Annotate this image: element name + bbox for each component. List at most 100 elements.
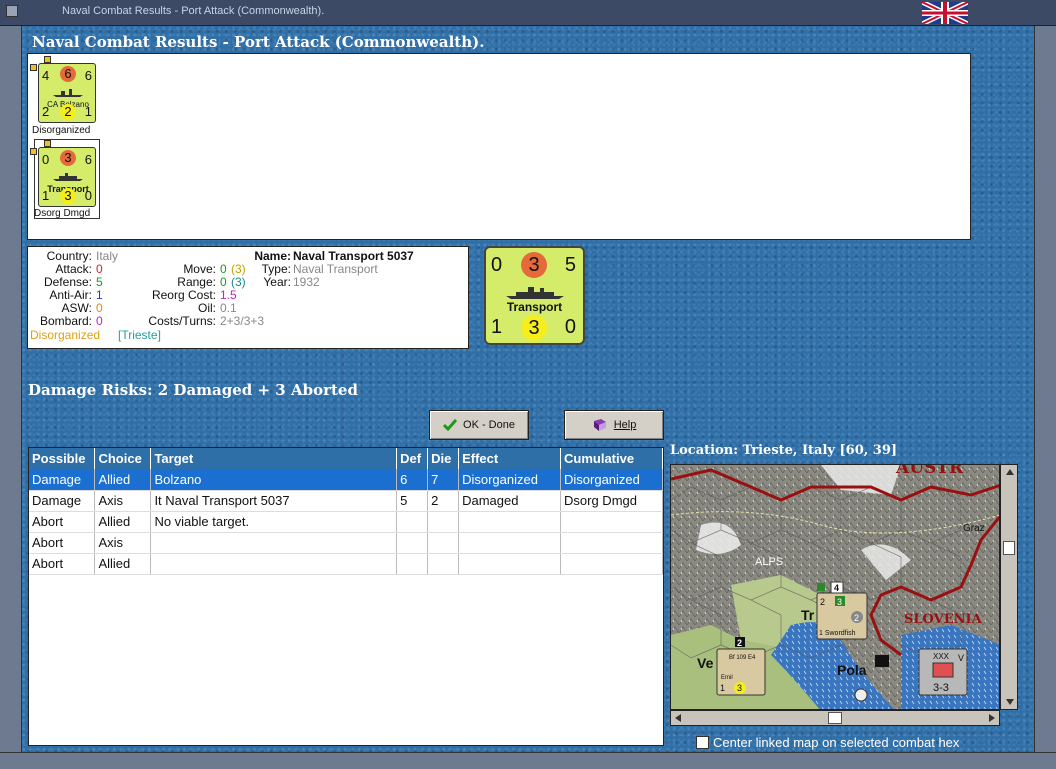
cell-choice: Axis [94,490,152,512]
window-menu-icon[interactable] [6,5,18,17]
center-map-checkbox[interactable] [696,736,709,749]
type-label: Type: [261,262,291,276]
counter-asw: 0 [84,188,92,203]
map-label-trieste: Tr [801,607,815,623]
cell-choice: Allied [94,511,152,533]
costs-value: 2+3/3+3 [220,314,265,328]
counter-asw: 0 [564,316,576,338]
column-header[interactable]: Die [427,448,460,469]
move-extra: (3) [231,262,246,276]
map-unit-corps[interactable]: XXX V 3-3 [918,648,968,696]
year-value: 1932 [293,275,320,289]
cell-cumulative: Dsorg Dmgd [560,490,663,512]
cell-def: 6 [396,469,429,491]
bombard-label: Bombard: [39,314,92,328]
stack-count: 2 [737,638,742,648]
center-map-checkbox-label[interactable]: Center linked map on selected combat hex [713,735,959,750]
scroll-left-icon[interactable] [675,714,681,722]
cell-possible: Damage [29,469,96,491]
title-bar[interactable]: Naval Combat Results - Port Attack (Comm… [0,0,1056,26]
range-extra: (3) [231,275,246,289]
cell-def [396,553,429,575]
unit-name: 1 Swordfish [819,630,856,637]
table-row[interactable]: Abort Allied No viable target. [29,511,663,533]
cell-def: 5 [396,490,429,512]
transport-ship-icon [506,287,564,299]
table-row[interactable]: Abort Allied [29,553,663,575]
country-label: Country: [46,249,92,263]
counter-move: 5 [564,254,576,276]
cell-target: Bolzano [150,469,398,491]
column-header[interactable]: Effect [458,448,562,469]
defense-label: Defense: [43,275,92,289]
map-vertical-scrollbar[interactable] [1000,464,1018,710]
unit-value: 3 [737,683,742,693]
map-label-graz: Graz [963,523,985,534]
name-value: Naval Transport 5037 [293,249,414,263]
unit-marker-icon [30,64,37,71]
map-terrain: AUSTR Graz ALPS SLOVENIA Pola Tr Ve 4 2 … [671,465,999,709]
cell-choice: Axis [94,532,152,554]
location-text: Location: Trieste, Italy [60, 39] [670,443,898,458]
column-header[interactable]: Target [150,448,398,469]
asw-label: ASW: [61,301,92,315]
cell-target: No viable target. [150,511,398,533]
cell-die [427,511,460,533]
ok-done-button[interactable]: OK - Done [429,410,529,440]
damage-risks-text: Damage Risks: 2 Damaged + 3 Aborted [28,381,358,399]
counter-attack: 0 [491,254,503,276]
column-header[interactable]: Def [396,448,429,469]
help-label: Help [613,419,637,431]
cell-possible: Abort [29,553,96,575]
counter-range: 3 [521,315,547,341]
unit-counter-bolzano[interactable]: 4 6 6 CA Bolzano 2 2 1 [38,63,96,123]
counter-range: 3 [60,188,76,204]
counter-antiair: 1 [491,316,503,338]
cell-possible: Damage [29,490,96,512]
window-title: Naval Combat Results - Port Attack (Comm… [62,5,325,17]
costs-label: Costs/Turns: [148,314,216,328]
unit-subname: Emil [721,675,733,681]
horizontal-scroll-thumb[interactable] [828,712,842,724]
map-label-austria: AUSTR [895,465,964,478]
year-label: Year: [263,275,291,289]
reorg-value: 1.5 [220,288,237,302]
help-button[interactable]: Help [564,410,664,440]
vertical-scroll-thumb[interactable] [1003,541,1015,555]
unit-marker-icon [30,148,37,155]
column-header[interactable]: Cumulative [560,448,663,469]
bombard-value: 0 [96,314,103,328]
cell-cumulative: Disorganized [560,469,663,491]
cell-target [150,532,398,554]
ok-done-label: OK - Done [463,419,515,431]
cell-choice: Allied [94,469,152,491]
unit-status: Disorganized [32,125,91,136]
scroll-up-icon[interactable] [1006,469,1014,475]
combat-units-panel: 4 6 6 CA Bolzano 2 2 1 Disorganized 0 3 … [27,53,971,240]
dialog-content: Naval Combat Results - Port Attack (Comm… [22,26,1034,752]
cell-cumulative [560,532,663,554]
counter-defense: 6 [60,66,76,82]
unit-counter-transport[interactable]: 0 3 6 Transport 1 3 0 [38,147,96,207]
unit-size: XXX [933,652,950,661]
linked-map[interactable]: AUSTR Graz ALPS SLOVENIA Pola Tr Ve 4 2 … [670,464,1000,710]
counter-move: 6 [84,68,92,83]
table-row[interactable]: Damage Allied Bolzano 6 7 Disorganized D… [29,469,663,491]
cell-choice: Allied [94,553,152,575]
counter-attack: 4 [42,68,50,83]
counter-asw: 1 [84,104,92,119]
column-header[interactable]: Possible [29,448,96,469]
attack-label: Attack: [55,262,92,276]
cell-target [150,553,398,575]
map-horizontal-scrollbar[interactable] [670,710,1000,726]
scroll-right-icon[interactable] [989,714,995,722]
table-row[interactable]: Abort Axis [29,532,663,554]
checkmark-icon [443,419,458,431]
scroll-down-icon[interactable] [1006,699,1014,705]
dialog-heading: Naval Combat Results - Port Attack (Comm… [32,33,485,51]
counter-antiair: 2 [42,104,50,119]
column-header[interactable]: Choice [94,448,152,469]
window-frame-right [1034,26,1056,769]
table-row[interactable]: Damage Axis It Naval Transport 5037 5 2 … [29,490,663,512]
unit-value: 2 [854,613,859,623]
